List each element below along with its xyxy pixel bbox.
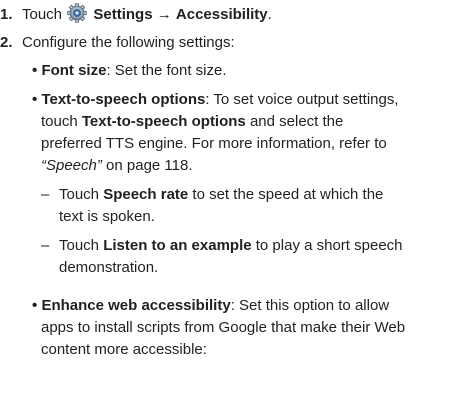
tts-line2-pre: touch [41, 113, 82, 130]
tts-item-line-4: “Speech” on page 118. [41, 156, 193, 176]
font-size-desc: : Set the font size. [106, 62, 227, 79]
bullet: • [32, 297, 38, 314]
speech-rate-term: Speech rate [103, 186, 189, 203]
tts-line4-post: on page 118. [101, 157, 193, 174]
step-2-number: 2. [0, 34, 13, 51]
listen-term: Listen to an example [103, 237, 252, 254]
speech-rate-item-line-2: text is spoken. [59, 208, 155, 225]
accessibility-label: Accessibility [175, 6, 268, 23]
web-desc: : Set this option to allow [230, 297, 390, 314]
tts-term: Text-to-speech options [41, 91, 206, 108]
speech-reference-link[interactable]: “Speech” [41, 157, 102, 174]
font-size-item: • Font size: Set the font size. [32, 61, 227, 81]
arrow-glyph: → [156, 6, 172, 23]
step-1: 1. Touch Settings → Accessibility. [0, 3, 272, 29]
bullet: • [32, 91, 38, 108]
listen-post: to play a short speech [251, 237, 403, 254]
step-1-period: . [267, 6, 272, 23]
web-term: Enhance web accessibility [41, 297, 231, 314]
step-2: 2. Configure the following settings: [0, 33, 235, 53]
listen-pre: Touch [59, 237, 104, 254]
step-1-number: 1. [0, 6, 13, 23]
listen-item-line-1: – Touch Listen to an example to play a sh… [41, 236, 403, 256]
step-2-text: Configure the following settings: [22, 34, 235, 51]
web-item-line-3: content more accessible: [41, 341, 207, 358]
web-item-line-1: • Enhance web accessibility: Set this op… [32, 296, 389, 316]
speech-rate-item-line-1: – Touch Speech rate to set the speed at w… [41, 185, 383, 205]
settings-label: Settings [93, 6, 153, 23]
web-item-line-2: apps to install scripts from Google that… [41, 319, 406, 336]
tts-line2-post: and select the [245, 113, 344, 130]
tts-item-line-3: preferred TTS engine. For more informati… [41, 135, 387, 152]
tts-line2-term: Text-to-speech options [81, 113, 246, 130]
speech-rate-pre: Touch [59, 186, 104, 203]
dash: – [41, 186, 50, 203]
bullet: • [32, 62, 38, 79]
dash: – [41, 237, 50, 254]
tts-item-line-1: • Text-to-speech options: To set voice o… [32, 90, 399, 110]
tts-desc: : To set voice output settings, [205, 91, 399, 108]
step-1-pre: Touch [22, 6, 63, 23]
settings-gear-icon [67, 3, 88, 29]
listen-item-line-2: demonstration. [59, 259, 159, 276]
tts-item-line-2: touch Text-to-speech options and select … [41, 112, 343, 132]
speech-rate-post: to set the speed at which the [188, 186, 384, 203]
font-size-term: Font size [41, 62, 107, 79]
